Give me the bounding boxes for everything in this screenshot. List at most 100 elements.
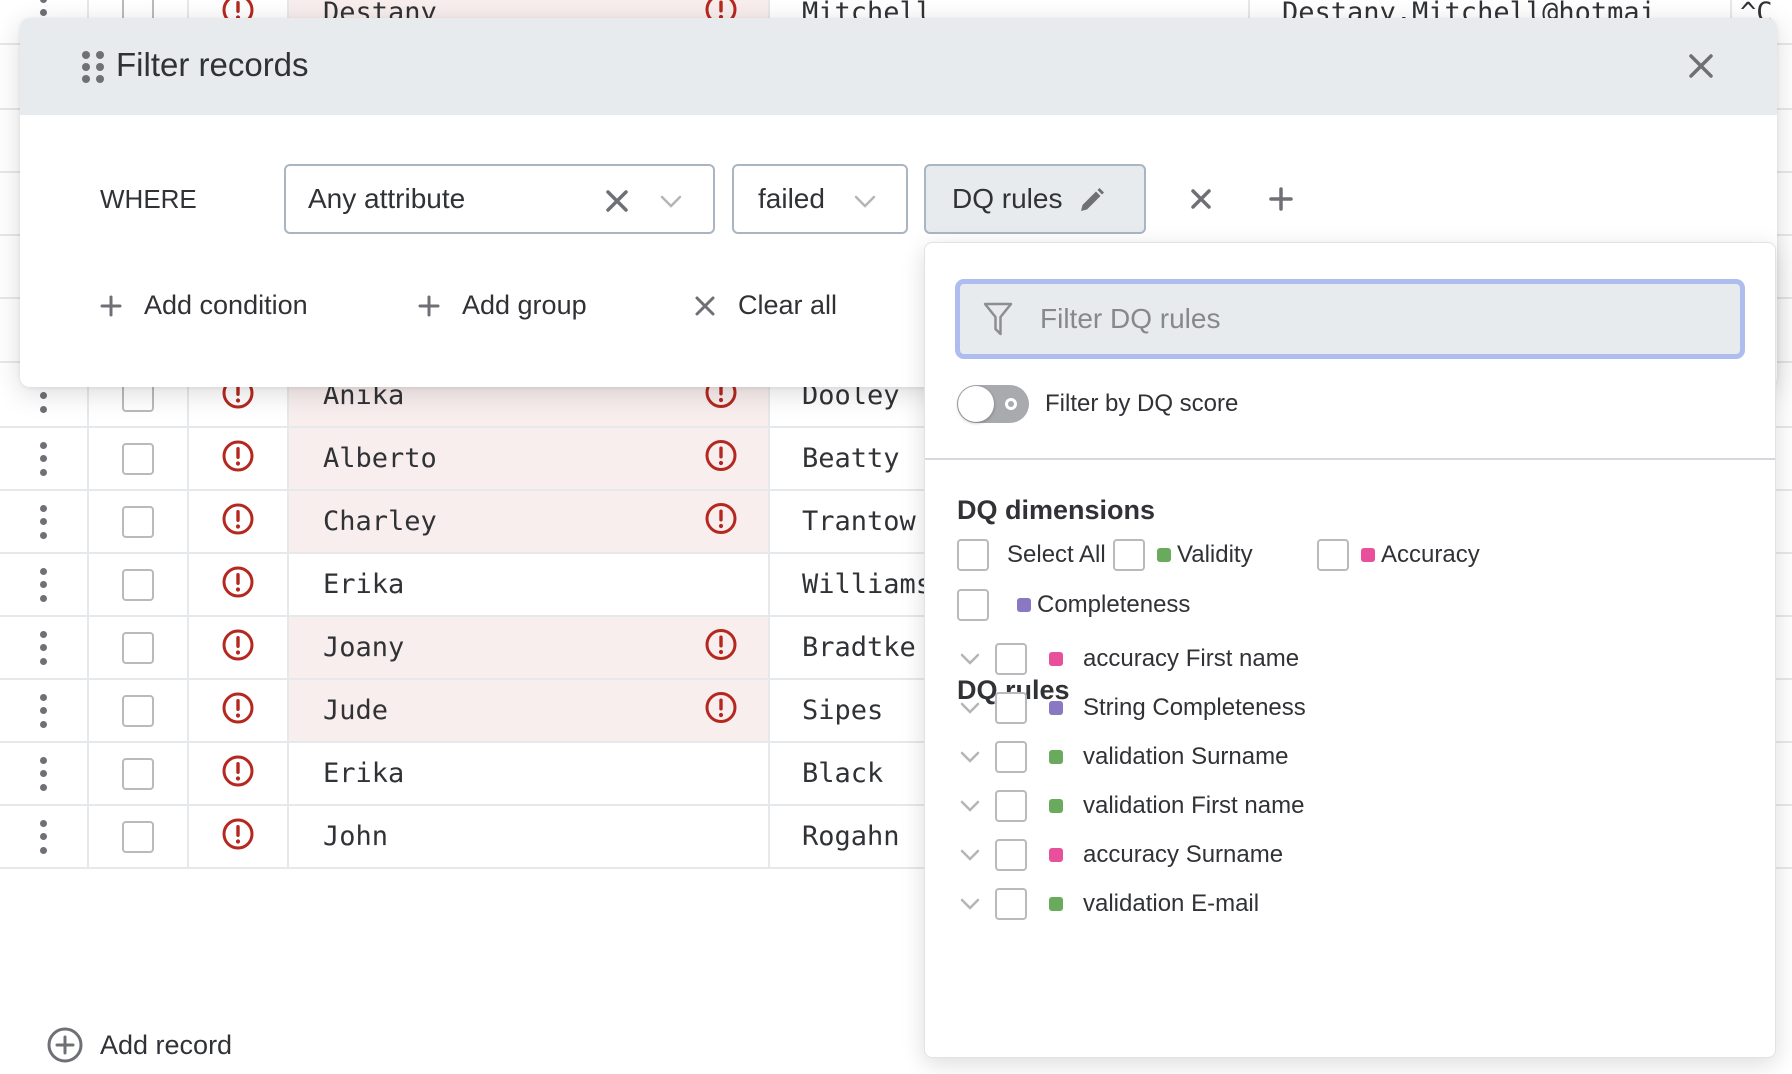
chevron-down-icon[interactable]	[658, 188, 684, 214]
add-group-button[interactable]: Add group	[418, 290, 587, 321]
error-icon[interactable]	[221, 817, 255, 856]
row-checkbox[interactable]	[122, 505, 154, 538]
checkbox[interactable]	[957, 589, 989, 621]
add-record-button[interactable]: Add record	[46, 1026, 232, 1064]
checkbox[interactable]	[995, 692, 1027, 724]
dq-rule-item[interactable]: validation First name	[957, 790, 1304, 822]
operator-select-value: failed	[758, 183, 825, 214]
divider	[925, 458, 1775, 460]
add-record-label: Add record	[100, 1029, 233, 1060]
checkbox[interactable]	[995, 790, 1027, 822]
error-icon[interactable]	[221, 565, 255, 604]
last-name-value: Rogahn	[802, 821, 900, 852]
row-menu[interactable]	[0, 617, 89, 678]
select-all-checkbox[interactable]: Select All	[957, 539, 1106, 571]
rule-label: accuracy First name	[1083, 645, 1300, 672]
add-condition-button[interactable]: Add condition	[100, 290, 308, 321]
kebab-menu-icon[interactable]	[40, 630, 48, 665]
row-select	[89, 680, 189, 741]
dq-rule-item[interactable]: validation E-mail	[957, 888, 1259, 920]
chevron-down-icon[interactable]	[957, 891, 983, 917]
plus-icon	[100, 295, 122, 316]
row-dq-status	[189, 680, 289, 741]
first-name-cell[interactable]: Jude	[289, 680, 770, 741]
dialog-title: Filter records	[116, 46, 309, 83]
checkbox[interactable]	[995, 888, 1027, 920]
checkbox[interactable]	[957, 539, 989, 571]
checkbox[interactable]	[995, 839, 1027, 871]
row-menu[interactable]	[0, 554, 89, 615]
checkbox[interactable]	[1113, 539, 1145, 571]
dq-rule-item[interactable]: String Completeness	[957, 692, 1306, 724]
error-icon[interactable]	[221, 691, 255, 730]
chevron-down-icon[interactable]	[957, 646, 983, 672]
chevron-down-icon[interactable]	[957, 842, 983, 868]
dq-score-toggle[interactable]	[957, 385, 1029, 423]
rule-color-swatch	[1049, 652, 1063, 666]
row-checkbox[interactable]	[122, 757, 154, 790]
kebab-menu-icon[interactable]	[40, 504, 48, 539]
checkbox[interactable]	[995, 741, 1027, 773]
chevron-down-icon[interactable]	[957, 744, 983, 770]
first-name-value: Erika	[323, 569, 405, 600]
first-name-cell[interactable]: John	[289, 806, 770, 867]
row-checkbox[interactable]	[122, 631, 154, 664]
operator-select[interactable]: failed	[732, 164, 908, 234]
clear-attribute-icon[interactable]	[604, 188, 630, 214]
row-checkbox[interactable]	[122, 568, 154, 601]
clear-all-button[interactable]: Clear all	[694, 290, 837, 321]
row-menu[interactable]	[0, 806, 89, 867]
close-icon[interactable]	[1685, 50, 1717, 82]
first-name-cell[interactable]: Charley	[289, 491, 770, 552]
attribute-select-value: Any attribute	[308, 183, 466, 214]
remove-condition-icon[interactable]	[1188, 186, 1214, 212]
dq-rules-search[interactable]	[955, 279, 1745, 359]
row-menu[interactable]	[0, 428, 89, 489]
row-menu[interactable]	[0, 743, 89, 804]
first-name-cell[interactable]: Joany	[289, 617, 770, 678]
plus-icon	[418, 295, 440, 316]
dimension-validity[interactable]: Validity	[1113, 539, 1253, 571]
row-menu[interactable]	[0, 680, 89, 741]
dimension-completeness[interactable]: Completeness	[957, 589, 1190, 621]
kebab-menu-icon[interactable]	[40, 693, 48, 728]
dimension-accuracy[interactable]: Accuracy	[1317, 539, 1480, 571]
error-icon[interactable]	[221, 628, 255, 667]
first-name-value: Alberto	[323, 443, 437, 474]
row-menu[interactable]	[0, 491, 89, 552]
dimension-label: Completeness	[1037, 591, 1191, 618]
row-dq-status	[189, 491, 289, 552]
error-icon[interactable]	[221, 754, 255, 793]
chevron-down-icon[interactable]	[957, 793, 983, 819]
row-checkbox[interactable]	[122, 694, 154, 727]
checkbox[interactable]	[1317, 539, 1349, 571]
error-icon[interactable]	[221, 502, 255, 541]
error-icon[interactable]	[704, 690, 738, 731]
checkbox[interactable]	[995, 643, 1027, 675]
kebab-menu-icon[interactable]	[40, 756, 48, 791]
error-icon[interactable]	[704, 438, 738, 479]
add-nested-condition-icon[interactable]	[1268, 186, 1294, 212]
dq-rule-item[interactable]: validation Surname	[957, 741, 1288, 773]
dq-rule-item[interactable]: accuracy Surname	[957, 839, 1283, 871]
first-name-cell[interactable]: Erika	[289, 743, 770, 804]
first-name-cell[interactable]: Erika	[289, 554, 770, 615]
drag-handle-icon[interactable]	[82, 51, 104, 83]
dq-rules-search-input[interactable]	[1040, 303, 1720, 335]
kebab-menu-icon[interactable]	[40, 819, 48, 854]
kebab-menu-icon[interactable]	[40, 567, 48, 602]
error-icon[interactable]	[221, 439, 255, 478]
first-name-cell[interactable]: Alberto	[289, 428, 770, 489]
error-icon[interactable]	[704, 501, 738, 542]
chevron-down-icon[interactable]	[957, 695, 983, 721]
kebab-menu-icon[interactable]	[40, 441, 48, 476]
dimension-label: Validity	[1177, 541, 1253, 568]
dq-rules-value-button[interactable]: DQ rules	[924, 164, 1146, 234]
row-checkbox[interactable]	[122, 442, 154, 475]
attribute-select[interactable]: Any attribute	[284, 164, 715, 234]
dq-rule-item[interactable]: accuracy First name	[957, 643, 1299, 675]
error-icon[interactable]	[704, 627, 738, 668]
chevron-down-icon[interactable]	[852, 188, 878, 214]
row-select	[89, 617, 189, 678]
row-checkbox[interactable]	[122, 820, 154, 853]
